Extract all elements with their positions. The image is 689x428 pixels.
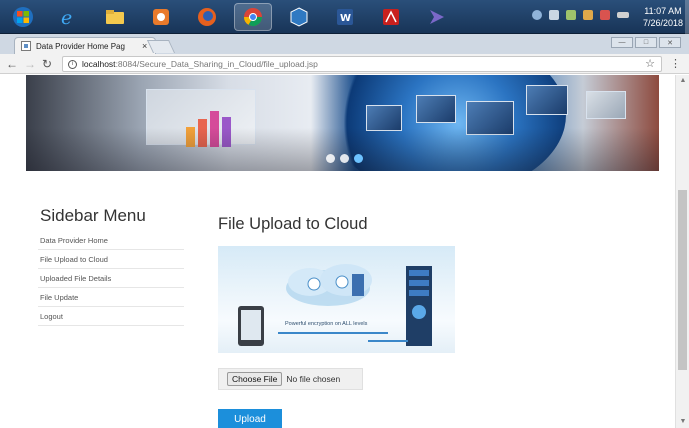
file-input[interactable]: Choose File No file chosen bbox=[218, 368, 363, 390]
app-icon bbox=[430, 10, 444, 24]
image-caption: Powerful encryption on ALL levels bbox=[285, 321, 368, 327]
taskbar-explorer-button[interactable] bbox=[96, 3, 134, 31]
svg-text:e: e bbox=[61, 7, 72, 28]
tab-close-icon[interactable]: × bbox=[142, 41, 147, 51]
url-host: localhost bbox=[82, 59, 116, 69]
forward-arrow-icon[interactable]: → bbox=[24, 57, 36, 71]
cloud-encryption-image: Powerful encryption on ALL levels bbox=[218, 246, 455, 353]
pdf-reader-icon bbox=[383, 9, 399, 25]
svg-text:W: W bbox=[340, 13, 351, 24]
maximize-button[interactable]: □ bbox=[635, 37, 657, 48]
tab-title: Data Provider Home Pag bbox=[36, 41, 125, 51]
taskbar-app-button[interactable] bbox=[418, 3, 456, 31]
back-arrow-icon[interactable]: ← bbox=[6, 57, 18, 71]
scroll-up-icon[interactable]: ▲ bbox=[676, 75, 689, 87]
windows-logo-icon bbox=[13, 7, 33, 27]
browser-tabstrip: Data Provider Home Pag × — □ ✕ bbox=[0, 34, 689, 54]
network-icon[interactable] bbox=[566, 10, 576, 20]
flag-icon[interactable] bbox=[583, 10, 593, 20]
bookmark-star-icon[interactable]: ☆ bbox=[645, 57, 655, 70]
new-tab-button[interactable] bbox=[146, 40, 176, 53]
taskbar-media-button[interactable] bbox=[142, 3, 180, 31]
slider-dot-active[interactable] bbox=[354, 154, 363, 163]
scroll-down-icon[interactable]: ▼ bbox=[676, 416, 689, 428]
taskbar-pdf-button[interactable] bbox=[372, 3, 410, 31]
taskbar-ie-button[interactable]: e bbox=[50, 3, 88, 31]
cloud-illustration bbox=[238, 264, 432, 346]
sidebar-menu: Data Provider Home File Upload to Cloud … bbox=[38, 231, 184, 326]
internet-explorer-icon: e bbox=[61, 7, 72, 28]
security-icon[interactable] bbox=[600, 10, 610, 20]
chrome-icon bbox=[244, 8, 262, 27]
taskbar-firefox-button[interactable] bbox=[188, 3, 226, 31]
bluetooth-icon[interactable] bbox=[532, 10, 542, 20]
browser-tab[interactable]: Data Provider Home Pag × bbox=[14, 37, 156, 54]
sidebar-title: Sidebar Menu bbox=[40, 206, 146, 225]
folder-icon bbox=[106, 10, 124, 24]
taskbar-word-button[interactable]: W bbox=[326, 3, 364, 31]
browser-toolbar: ← → ↻ i localhost:8084/Secure_Data_Shari… bbox=[0, 54, 689, 74]
start-button[interactable] bbox=[4, 3, 42, 31]
site-info-icon[interactable]: i bbox=[68, 59, 77, 69]
taskbar-virtualbox-button[interactable] bbox=[280, 3, 318, 31]
close-window-button[interactable]: ✕ bbox=[659, 37, 681, 48]
system-tray bbox=[532, 10, 629, 20]
taskbar-clock[interactable]: 11:07 AM 7/26/2018 bbox=[643, 5, 683, 29]
media-player-icon bbox=[153, 9, 169, 25]
url-path: :8084/Secure_Data_Sharing_in_Cloud/file_… bbox=[115, 59, 318, 69]
header-banner-image bbox=[26, 75, 659, 171]
page-scrollbar[interactable]: ▲ ▼ bbox=[675, 75, 689, 428]
sidebar-item-file-upload[interactable]: File Upload to Cloud bbox=[38, 250, 184, 269]
page-title: File Upload to Cloud bbox=[218, 215, 368, 233]
clock-time: 11:07 AM bbox=[644, 6, 682, 16]
reload-icon[interactable]: ↻ bbox=[42, 57, 52, 71]
scroll-thumb[interactable] bbox=[678, 190, 687, 370]
volume-icon[interactable] bbox=[549, 10, 559, 20]
virtualbox-icon bbox=[290, 7, 308, 27]
slider-dot[interactable] bbox=[326, 154, 335, 163]
browser-menu-icon[interactable]: ⋮ bbox=[670, 57, 681, 70]
upload-button[interactable]: Upload bbox=[218, 409, 282, 428]
sidebar-item-logout[interactable]: Logout bbox=[38, 307, 184, 326]
sidebar-item-file-update[interactable]: File Update bbox=[38, 288, 184, 307]
signal-icon[interactable] bbox=[617, 12, 629, 18]
clock-date: 7/26/2018 bbox=[642, 18, 683, 28]
firefox-icon bbox=[198, 8, 216, 26]
word-icon: W bbox=[337, 9, 353, 25]
slider-dot[interactable] bbox=[340, 154, 349, 163]
address-bar[interactable]: i localhost:8084/Secure_Data_Sharing_in_… bbox=[62, 56, 662, 72]
taskbar-chrome-button[interactable] bbox=[234, 3, 272, 31]
windows-taskbar: e W 11:07 AM 7/26/2018 bbox=[0, 0, 689, 34]
show-desktop-button[interactable] bbox=[685, 0, 689, 34]
minimize-button[interactable]: — bbox=[611, 37, 633, 48]
choose-file-button[interactable]: Choose File bbox=[227, 372, 283, 386]
page-favicon-icon bbox=[21, 41, 31, 51]
window-controls: — □ ✕ bbox=[611, 37, 681, 48]
sidebar-item-data-provider-home[interactable]: Data Provider Home bbox=[38, 231, 184, 250]
file-status-text: No file chosen bbox=[286, 374, 341, 384]
web-page: Sidebar Menu Data Provider Home File Upl… bbox=[0, 75, 675, 428]
sidebar-item-uploaded-file-details[interactable]: Uploaded File Details bbox=[38, 269, 184, 288]
